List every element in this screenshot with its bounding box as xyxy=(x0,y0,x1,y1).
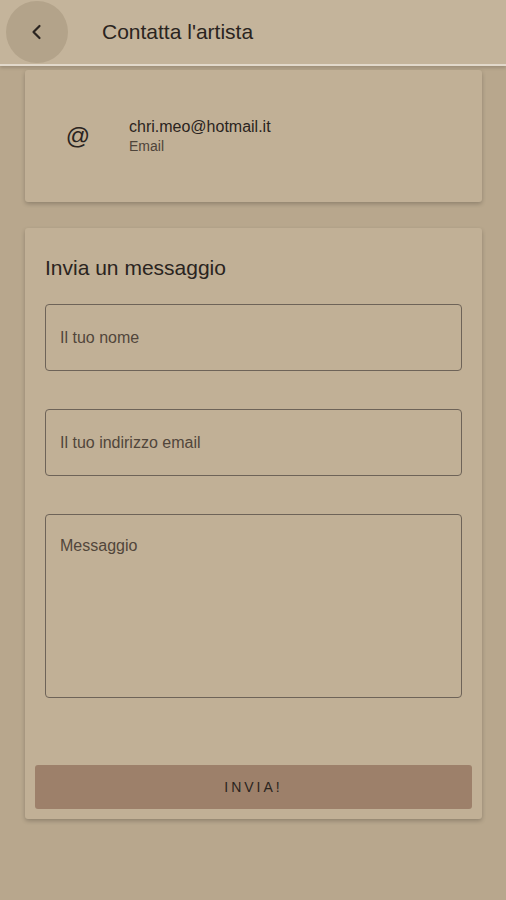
at-icon: @ xyxy=(65,122,91,150)
send-button[interactable]: INVIA! xyxy=(35,765,472,809)
content: @ chri.meo@hotmail.it Email Invia un messag… xyxy=(0,66,506,819)
form-title: Invia un messaggio xyxy=(45,256,462,280)
form-fields xyxy=(35,304,472,698)
email-label: Email xyxy=(129,138,271,154)
back-button[interactable] xyxy=(6,1,68,63)
header-title: Contatta l'artista xyxy=(102,20,253,44)
text-input[interactable] xyxy=(45,409,462,476)
header-bar: Contatta l'artista xyxy=(0,0,506,66)
email-card[interactable]: @ chri.meo@hotmail.it Email xyxy=(25,70,482,202)
contact-page: Contatta l'artista @ chri.meo@hotmail.it Em… xyxy=(0,0,506,900)
chevron-left-icon xyxy=(27,22,47,42)
text-input[interactable] xyxy=(45,304,462,371)
email-info: chri.meo@hotmail.it Email xyxy=(129,118,271,154)
email-value[interactable]: chri.meo@hotmail.it xyxy=(129,118,271,136)
message-textarea[interactable] xyxy=(45,514,462,698)
message-form: Invia un messaggio INVIA! xyxy=(25,228,482,819)
